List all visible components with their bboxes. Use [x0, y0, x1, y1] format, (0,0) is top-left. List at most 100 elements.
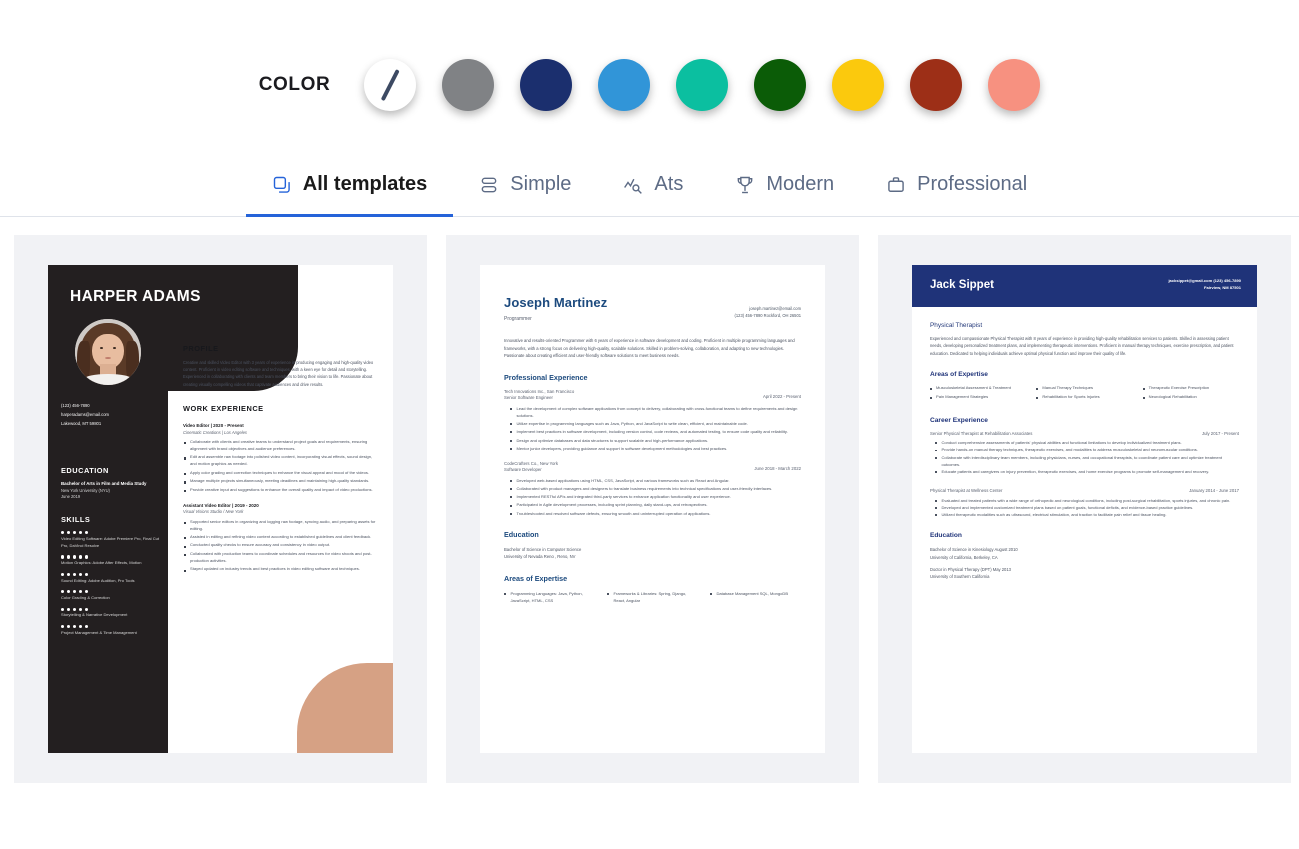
job-date: April 2022 - Present	[763, 393, 801, 399]
skill-label: Sound Editing: Adobe Audition, Pro Tools	[61, 577, 135, 583]
job-company: Cinematic Creations | Los Angeles	[183, 429, 248, 435]
tab-simple[interactable]: Simple	[453, 155, 597, 217]
job-bullets: Evaluated and treated patients with a wi…	[935, 497, 1239, 519]
job-entry: Video Editor | 2020 - Present Cinematic …	[183, 423, 379, 494]
color-swatch-navy[interactable]	[520, 58, 573, 111]
education-heading: Education	[930, 532, 962, 540]
main-content: Physical Therapist Experienced and compa…	[912, 307, 1257, 595]
tab-all-templates[interactable]: All templates	[245, 155, 454, 217]
bullet: Mentor junior developers, providing guid…	[510, 445, 801, 452]
education-school: University of California, Berkeley, CA	[930, 554, 998, 560]
bullet: Manage multiple projects simultaneously,…	[183, 478, 379, 485]
sidebar-content: EDUCATION Bachelor of Arts in Film and M…	[61, 465, 161, 637]
bullet: Provide hands-on manual therapy techniqu…	[935, 446, 1239, 453]
color-swatch-teal[interactable]	[676, 58, 729, 111]
header-band: Jack Sippet jacksippet@gmail.com (123) 4…	[912, 265, 1257, 307]
color-swatch-gray[interactable]	[442, 58, 495, 111]
color-swatch-yellow[interactable]	[832, 58, 885, 111]
expertise-item: Database Management SQL, MongoDB	[710, 590, 801, 604]
resume-preview: Joseph Martinez Programmer joseph.martin…	[480, 265, 825, 753]
expertise-item: Manual Therapy Techniques	[1036, 385, 1132, 392]
briefcase-icon	[886, 175, 906, 195]
education-entry: Bachelor of Science in Kinesiology Augus…	[930, 546, 1239, 561]
bullet: Conducted quality checks to ensure accur…	[183, 542, 379, 549]
work-heading: WORK EXPERIENCE	[183, 403, 264, 413]
template-card-jack-sippet[interactable]: Jack Sippet jacksippet@gmail.com (123) 4…	[878, 235, 1291, 783]
expertise-list: Programming Languages: Java, Python, Jav…	[504, 590, 801, 604]
profile-heading: PROFILE	[183, 344, 219, 353]
stack-icon	[479, 175, 499, 195]
bullet: Collaborated with production teams to co…	[183, 551, 379, 565]
contact-line-1: jacksippet@gmail.com (123) 456-7890	[1168, 278, 1241, 283]
education-degree: Bachelor of Arts in Film and Media Study	[61, 481, 147, 487]
template-category-tabs: All templates Simple Ats Modern Professi…	[0, 155, 1299, 217]
job-entry: Physical Therapist at Wellness Center Ja…	[930, 488, 1239, 518]
job-entry: CodeCrafters Co., New York Software Deve…	[504, 461, 801, 517]
resume-preview: HARPER ADAMS (123) 456-7890 harperadams@…	[48, 265, 393, 753]
slash-icon	[381, 68, 400, 101]
bullet: Participated in Agile development proces…	[510, 501, 801, 508]
expertise-list: Musculoskeletal Assessment & Treatment P…	[930, 385, 1239, 403]
job-date: January 2014 - June 2017	[1189, 488, 1239, 494]
job-date: June 2018 - March 2022	[754, 465, 801, 471]
tab-label: Professional	[917, 173, 1028, 195]
tab-professional[interactable]: Professional	[860, 155, 1053, 217]
decorative-blob	[297, 663, 393, 753]
job-role: Physical Therapist	[930, 322, 983, 329]
skill-rating	[61, 572, 161, 577]
education-degree: Bachelor of Science in Kinesiology Augus…	[930, 547, 1018, 553]
education-heading: Education	[504, 529, 539, 539]
bullet: Utilized therapeutic modalities such as …	[935, 511, 1239, 518]
tab-label: Modern	[766, 173, 835, 195]
bullet: Conduct comprehensive assessments of pat…	[935, 439, 1239, 446]
expertise-item: Frameworks & Libraries: Spring, Django, …	[607, 590, 698, 604]
job-bullets: Conduct comprehensive assessments of pat…	[935, 439, 1239, 475]
template-card-harper-adams[interactable]: HARPER ADAMS (123) 456-7890 harperadams@…	[14, 235, 427, 783]
education-school: University of Nevada Reno , Reno, NV	[504, 554, 576, 560]
skills-list: Video Editing Software: Adobe Premiere P…	[61, 531, 161, 636]
job-bullets: Developed web-based applications using H…	[510, 477, 801, 517]
bullet: Edit and assemble raw footage into polis…	[183, 454, 379, 468]
job-company: Visual Visions Studio / New York	[183, 509, 244, 515]
bullet: Supported senior editors in organizing a…	[183, 519, 379, 533]
template-card-joseph-martinez[interactable]: Joseph Martinez Programmer joseph.martin…	[446, 235, 859, 783]
color-swatch-green[interactable]	[754, 58, 807, 111]
main-content: PROFILE Creative and skilled Video Edito…	[183, 343, 379, 575]
bullet: Evaluated and treated patients with a wi…	[935, 497, 1239, 504]
summary-text: Experienced and compassionate Physical T…	[930, 335, 1234, 356]
expertise-item: Programming Languages: Java, Python, Jav…	[504, 590, 595, 604]
bullet: Collaborate with interdisciplinary team …	[935, 454, 1239, 468]
job-org: Physical Therapist at Wellness Center	[930, 488, 1003, 494]
contact-email: harperadams@email.com	[61, 412, 110, 418]
job-entry: Senior Physical Therapist at Rehabilitat…	[930, 431, 1239, 475]
job-bullets: Supported senior editors in organizing a…	[183, 519, 379, 574]
bullet: Lead the development of complex software…	[510, 405, 801, 419]
experience-heading: Professional Experience	[504, 373, 588, 383]
tab-modern[interactable]: Modern	[709, 155, 860, 217]
color-swatch-none[interactable]	[364, 58, 417, 111]
contact-phone-location: (123) 456-7890 Rockford, OH 26501	[734, 313, 801, 319]
bullet: Implemented RESTful APIs and integrated …	[510, 493, 801, 500]
expertise-heading: Areas of Expertise	[930, 371, 988, 379]
tab-ats[interactable]: Ats	[597, 155, 709, 217]
job-title: Video Editor | 2020 - Present	[183, 422, 244, 428]
education-entry: Doctor in Physical Therapy (DPT) May 201…	[930, 566, 1239, 581]
avatar	[75, 319, 141, 385]
color-picker-label: COLOR	[258, 73, 331, 95]
education-degree: Doctor in Physical Therapy (DPT) May 201…	[930, 566, 1011, 572]
skill-label: Video Editing Software: Adobe Premiere P…	[61, 535, 160, 548]
job-title: Assistant Video Editor | 2019 - 2020	[183, 502, 259, 508]
contact-block: joseph.martinez@email.com (123) 456-7890…	[735, 305, 801, 319]
tab-label: All templates	[302, 173, 428, 195]
color-swatch-brick[interactable]	[910, 58, 963, 111]
skill-rating	[61, 607, 161, 611]
bullet: Developed web-based applications using H…	[510, 477, 801, 484]
skill-rating	[61, 531, 161, 535]
page-title: HARPER ADAMS	[70, 288, 201, 305]
color-swatch-salmon[interactable]	[988, 58, 1041, 111]
contact-block: jacksippet@gmail.com (123) 456-7890 Fair…	[1168, 277, 1241, 292]
job-position: Senior Software Engineer	[504, 395, 553, 401]
skill-rating	[61, 625, 161, 629]
job-entry: Tech Innovations Inc., San Francisco Sen…	[504, 389, 801, 452]
color-swatch-blue[interactable]	[598, 58, 651, 111]
